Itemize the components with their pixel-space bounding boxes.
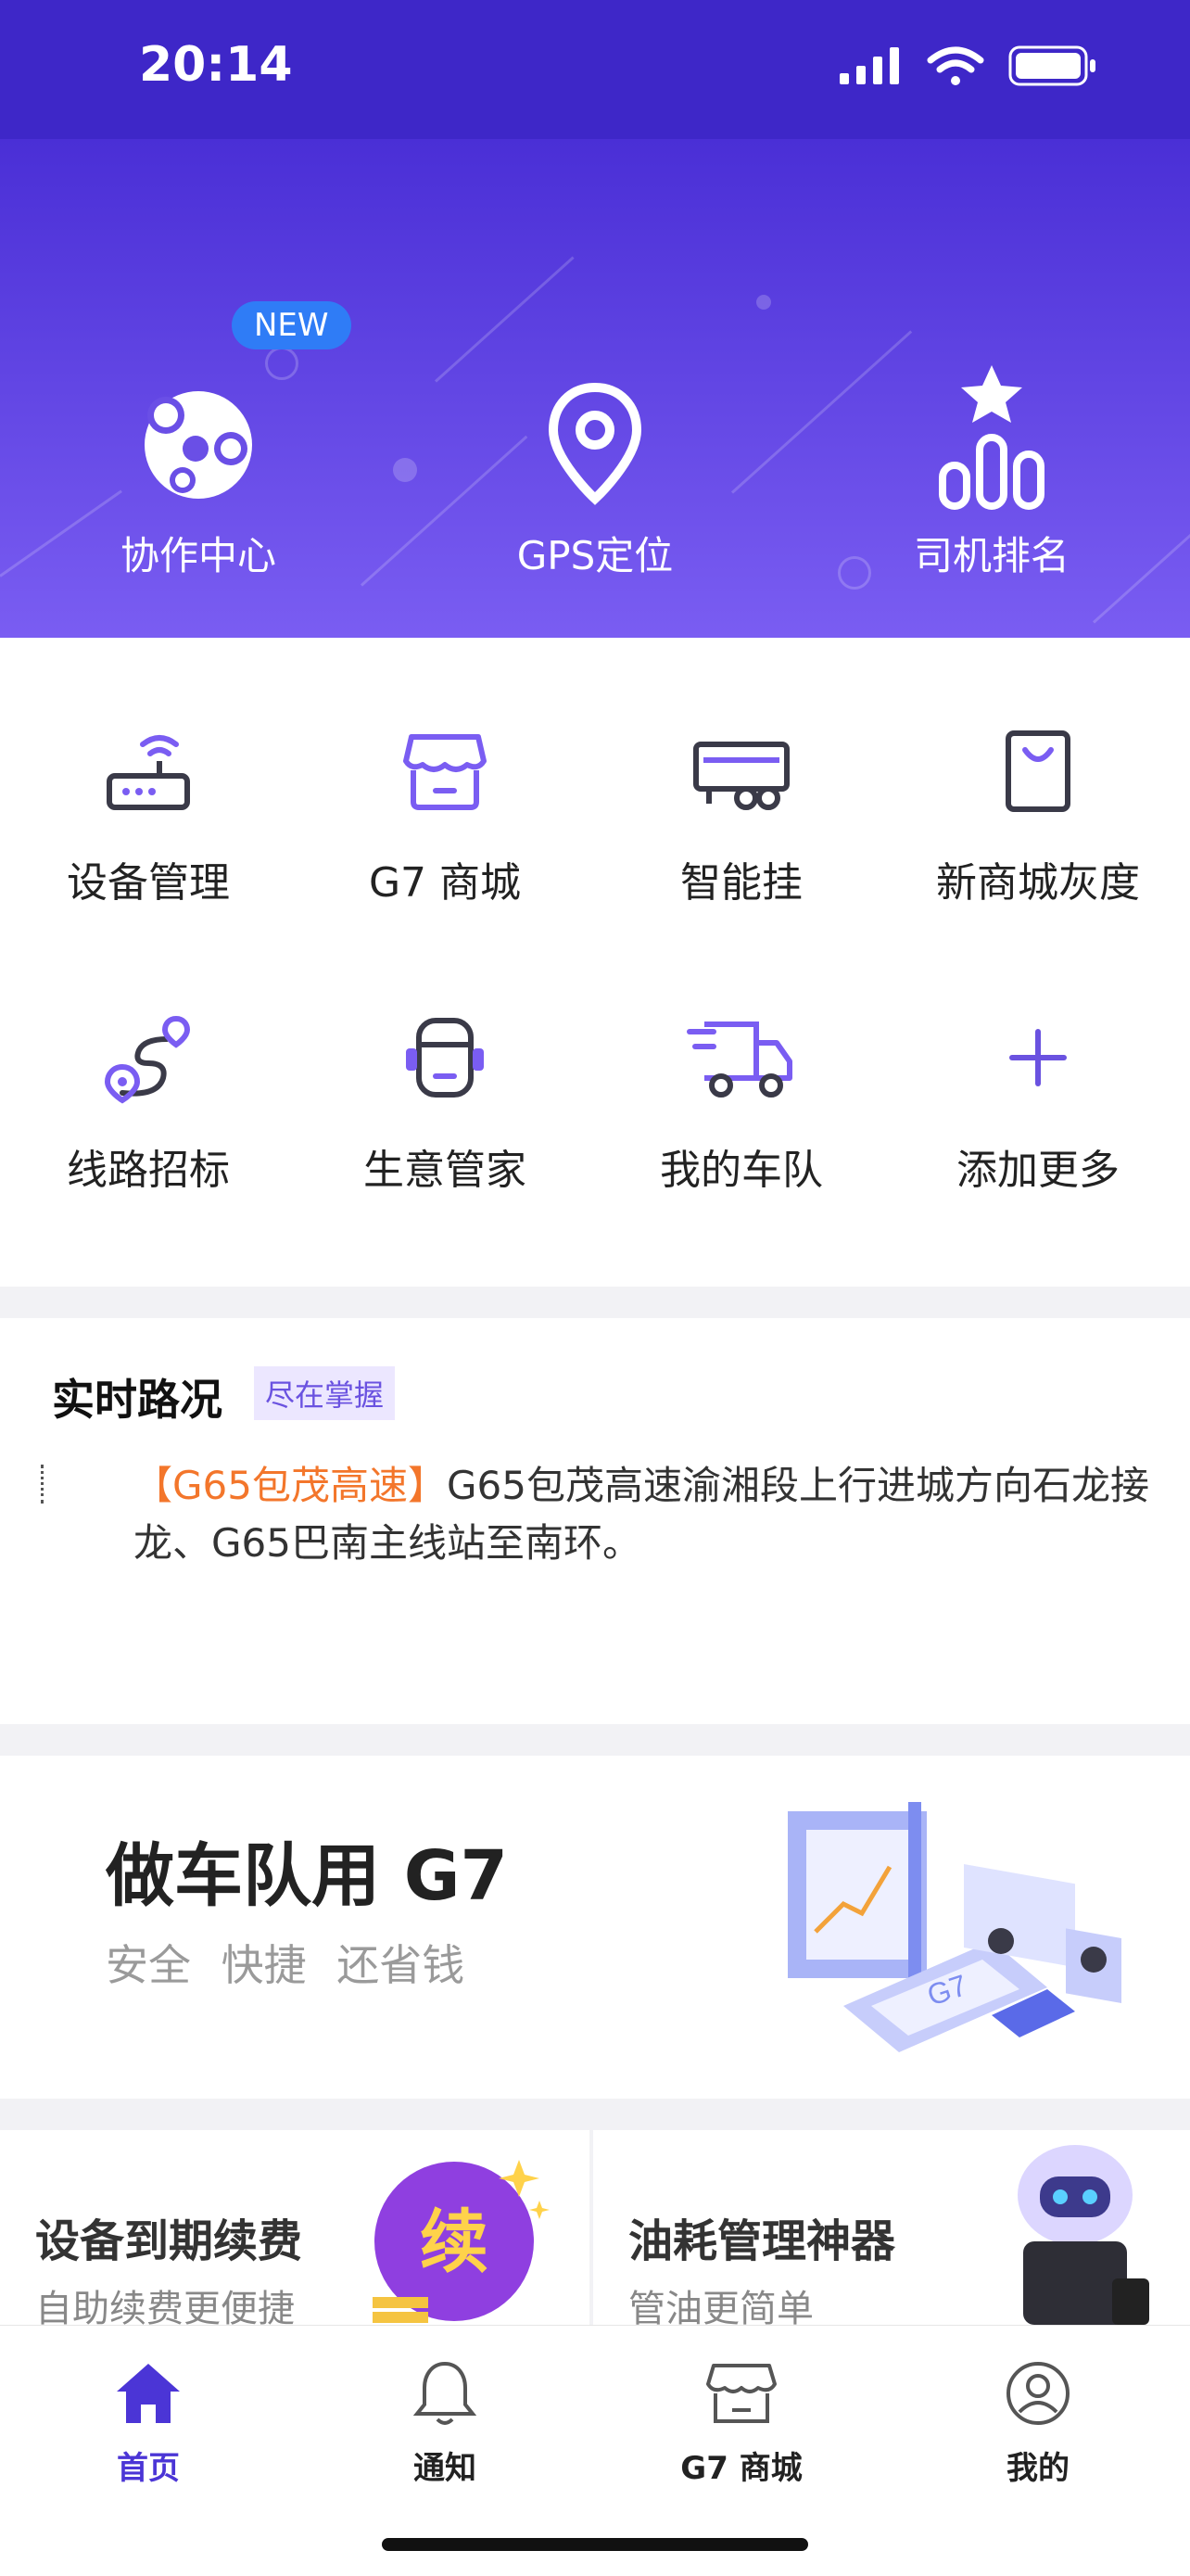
hero-banner: 协作中心 NEW GPS定位 司机排名 [0,139,1190,638]
card-subtitle: 管油更简单 [628,2288,814,2325]
grid-item-label: 新商城灰度 [936,859,1140,907]
card-fuel-management[interactable]: 油耗管理神器 管油更简单 [593,2130,1190,2325]
grid-item-label: 智能挂 [680,859,803,907]
tab-store[interactable]: G7 商城 [593,2352,890,2488]
hero-item-gps[interactable]: GPS定位 [456,334,734,581]
store-icon [706,2364,777,2423]
hero-decor-dot [756,295,771,310]
grid-item-label: G7 商城 [368,859,522,907]
wifi-icon [927,46,984,85]
router-icon [107,735,190,810]
traffic-section: 实时路况 尽在掌握 【G65包茂高速】G65包茂高速渝湘段上行进城方向石龙接龙、… [0,1318,1190,1724]
tab-bar: 首页 通知 G7 商城 我的 [0,2325,1190,2576]
service-cards: 设备到期续费 自助续费更便捷 续 油耗管理神器 管油更简单 [0,2130,1190,2325]
truck-icon [687,1022,792,1098]
grid-item-device-management[interactable]: 设备管理 [0,719,297,908]
grid-item-new-store-gray[interactable]: 新商城灰度 [890,719,1186,908]
grid-item-route-bidding[interactable]: 线路招标 [0,1007,297,1196]
shopping-bag-icon [1006,730,1070,812]
store-icon [403,734,487,810]
renewal-icon-text: 续 [420,2203,488,2280]
assistant-icon [406,1018,484,1098]
profile-icon [1006,2362,1070,2425]
grid-item-label: 设备管理 [67,859,230,907]
grid-item-label: 生意管家 [363,1147,526,1194]
grid-item-smart-trailer[interactable]: 智能挂 [593,719,890,908]
bell-icon [412,2361,477,2425]
plus-icon [1009,1029,1067,1086]
home-indicator [382,2538,808,2551]
tab-label: 通知 [413,2450,476,2487]
ranking-icon [939,365,1044,510]
function-grid: 设备管理 G7 商城 智能挂 新商城灰度 线路招标 生意管家 我的车队 添加更多 [0,638,1190,1287]
promo-banner[interactable]: 做车队用 G7 安全 快捷 还省钱 G7 [0,1756,1190,2099]
status-time: 20:14 [139,37,293,93]
hero-item-collab-center[interactable]: 协作中心 [59,334,337,581]
grid-item-my-fleet[interactable]: 我的车队 [593,1007,890,1196]
traffic-highlight: 【G65包茂高速】 [133,1463,447,1508]
fleet-illustration: G7 [788,1802,1121,2052]
grid-item-g7-store[interactable]: G7 商城 [297,719,593,908]
hero-decor-dot [393,458,417,482]
grid-item-business-assistant[interactable]: 生意管家 [297,1007,593,1196]
tab-label: 首页 [117,2450,180,2487]
traffic-title: 实时路况 [52,1375,222,1425]
card-title: 油耗管理神器 [628,2215,896,2267]
new-badge: NEW [232,301,351,349]
battery-icon [1008,45,1095,86]
tab-home[interactable]: 首页 [0,2352,297,2488]
hero-item-driver-ranking[interactable]: 司机排名 [853,334,1131,581]
tab-label: 我的 [1006,2450,1070,2487]
card-device-renewal[interactable]: 设备到期续费 自助续费更便捷 续 [0,2130,589,2325]
grid-item-label: 添加更多 [956,1147,1120,1194]
tab-notifications[interactable]: 通知 [297,2352,593,2488]
grid-item-label: 我的车队 [660,1147,823,1194]
home-icon [117,2364,180,2423]
tab-label: G7 商城 [680,2450,803,2487]
grid-item-label: 线路招标 [67,1147,230,1194]
banner-title: 做车队用 G7 [106,1836,508,1916]
hero-item-label: GPS定位 [516,533,674,578]
hero-item-label: 协作中心 [120,533,276,578]
robot-illustration [1018,2145,1149,2325]
collab-icon [145,391,252,499]
status-icons [838,44,1097,87]
ticker-indicator [41,1465,51,1504]
hero-item-label: 司机排名 [913,533,1070,578]
banner-subtitle: 安全 快捷 还省钱 [106,1940,465,1990]
cellular-signal-icon [840,47,899,84]
trailer-icon [693,742,790,810]
location-pin-icon [548,382,642,505]
route-icon [104,1015,191,1104]
traffic-news-item[interactable]: 【G65包茂高速】G65包茂高速渝湘段上行进城方向石龙接龙、G65巴南主线站至南… [133,1457,1153,1572]
card-subtitle: 自助续费更便捷 [35,2288,295,2325]
status-bar: 20:14 [0,0,1190,139]
tab-profile[interactable]: 我的 [890,2352,1186,2488]
card-title: 设备到期续费 [35,2215,303,2267]
renewal-icon: 续 [373,2160,550,2323]
grid-item-add-more[interactable]: 添加更多 [890,1007,1186,1196]
traffic-tag: 尽在掌握 [254,1366,396,1420]
